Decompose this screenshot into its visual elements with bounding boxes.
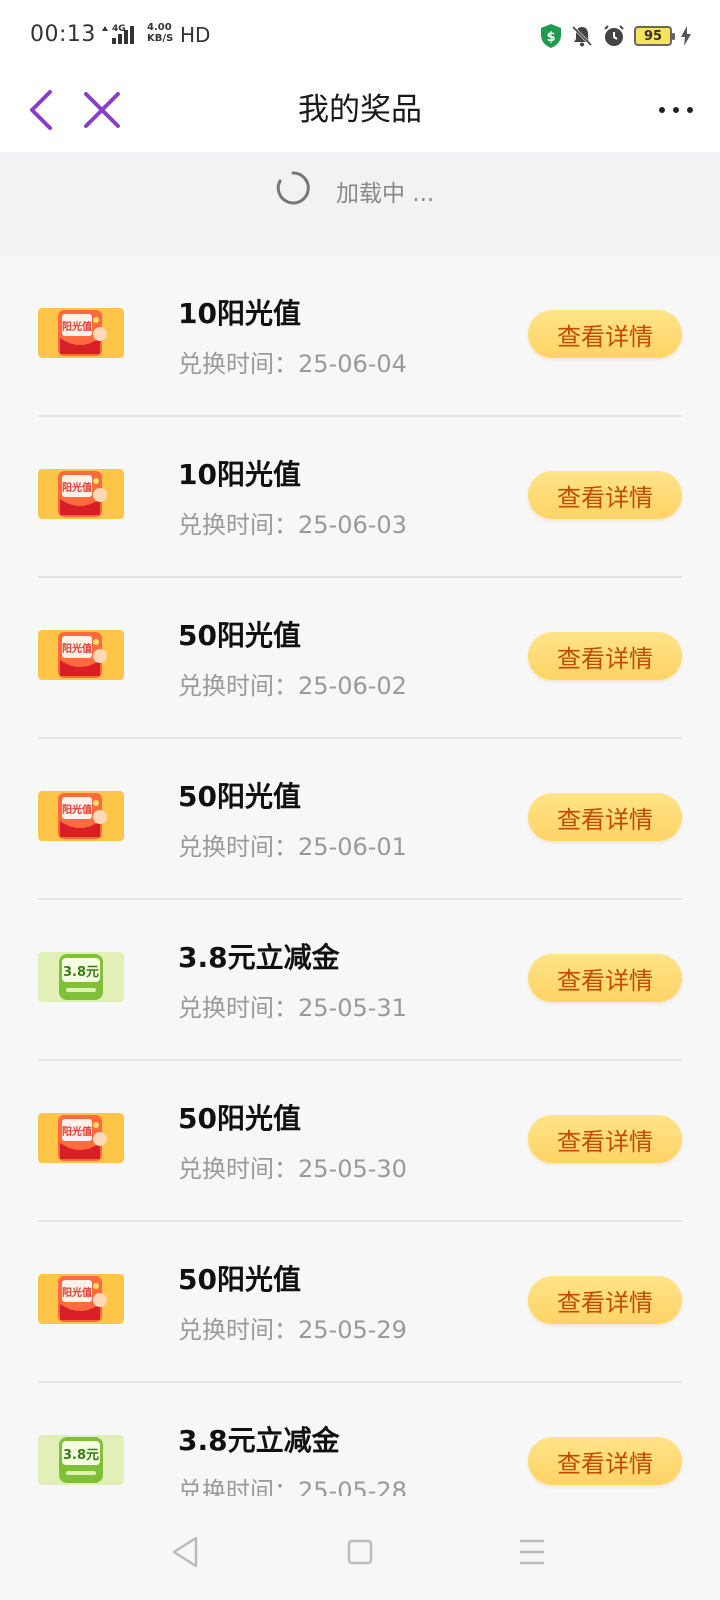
status-time: 00:13 (30, 22, 96, 47)
page-title: 我的奖品 (298, 92, 422, 128)
network-speed: 4.00 KB/S (147, 22, 173, 44)
redeem-date: 兑换时间：25-05-29 (178, 1316, 407, 1344)
loading-indicator: 加载中 ... (0, 152, 720, 256)
discount-voucher-icon: 3.8元 (38, 952, 124, 1002)
view-details-button[interactable]: 查看详情 (528, 471, 682, 519)
prize-list-item[interactable]: 阳光值 50阳光值兑换时间：25-05-29 查看详情 (38, 1222, 682, 1383)
prize-title: 3.8元立减金 (178, 1424, 340, 1457)
close-icon[interactable] (74, 82, 134, 138)
more-options-icon[interactable] (648, 82, 704, 138)
prize-list-item[interactable]: 阳光值 50阳光值兑换时间：25-05-30 查看详情 (38, 1061, 682, 1222)
status-bar: 00:13 4G 4.00 KB/S HD $ 95 (0, 0, 720, 70)
prize-title: 10阳光值 (178, 297, 301, 330)
prize-title: 50阳光值 (178, 1263, 301, 1296)
prize-list-item[interactable]: 阳光值 10阳光值兑换时间：25-06-03 查看详情 (38, 417, 682, 578)
system-nav-bar (0, 1496, 720, 1600)
sunshine-value-icon: 阳光值 (38, 1274, 124, 1324)
view-details-button[interactable]: 查看详情 (528, 632, 682, 680)
redeem-date: 兑换时间：25-06-02 (178, 672, 407, 700)
voucher-icon-label: 3.8元 (63, 965, 99, 980)
mute-bell-icon (571, 25, 593, 47)
sunshine-icon-label: 阳光值 (62, 803, 92, 816)
sunshine-value-icon: 阳光值 (38, 469, 124, 519)
view-details-button[interactable]: 查看详情 (528, 310, 682, 358)
alarm-icon (604, 25, 624, 46)
speed-unit: KB/S (147, 33, 174, 44)
view-details-button[interactable]: 查看详情 (528, 1115, 682, 1163)
sunshine-value-icon: 阳光值 (38, 791, 124, 841)
prize-title: 50阳光值 (178, 619, 301, 652)
loading-spinner-icon (276, 171, 310, 205)
prize-title: 50阳光值 (178, 780, 301, 813)
redeem-date: 兑换时间：25-06-01 (178, 833, 407, 861)
battery-icon: 95 (634, 26, 675, 46)
nav-home-icon[interactable] (332, 1524, 388, 1580)
voucher-icon-label: 3.8元 (63, 1448, 99, 1463)
prize-title: 50阳光值 (178, 1102, 301, 1135)
sunshine-icon-label: 阳光值 (62, 320, 92, 333)
nav-back-icon[interactable] (158, 1524, 214, 1580)
app-header: 我的奖品 (0, 70, 720, 152)
prize-list[interactable]: 阳光值 10阳光值 兑换时间：25-06-04 查看详情 阳光值 10阳光值 兑换时间：25… (0, 256, 720, 1496)
prize-title: 10阳光值 (178, 458, 301, 491)
view-details-button[interactable]: 查看详情 (528, 954, 682, 1002)
prize-list-item[interactable]: 3.8元 3.8元立减金兑换时间：25-05-28 查看详情 (38, 1383, 682, 1496)
view-details-button[interactable]: 查看详情 (528, 1437, 682, 1485)
sunshine-icon-label: 阳光值 (62, 642, 92, 655)
battery-level: 95 (643, 28, 663, 44)
back-icon[interactable] (14, 82, 74, 138)
sunshine-icon-label: 阳光值 (62, 1125, 92, 1138)
redeem-date: 兑换时间：25-05-30 (178, 1155, 407, 1183)
redeem-date: 兑换时间：25-06-04 (178, 350, 407, 378)
nav-menu-icon[interactable] (504, 1524, 560, 1580)
speed-value: 4.00 (147, 22, 172, 33)
prize-list-item[interactable]: 阳光值 10阳光值兑换时间：25-06-04 查看详情 (38, 256, 682, 417)
redeem-date: 兑换时间：25-06-03 (178, 511, 407, 539)
sunshine-value-icon: 阳光值 (38, 308, 124, 358)
loading-text: 加载中 ... (336, 181, 435, 207)
redeem-date: 兑换时间：25-05-31 (178, 994, 407, 1022)
prize-title: 3.8元立减金 (178, 941, 340, 974)
view-details-button[interactable]: 查看详情 (528, 1276, 682, 1324)
security-shield-icon: $ (541, 24, 561, 48)
sunshine-value-icon: 阳光值 (38, 630, 124, 680)
network-type-label: 4G (112, 24, 126, 34)
prize-list-item[interactable]: 3.8元 3.8元立减金兑换时间：25-05-31 查看详情 (38, 900, 682, 1061)
sunshine-icon-label: 阳光值 (62, 1286, 92, 1299)
discount-voucher-icon: 3.8元 (38, 1435, 124, 1485)
sunshine-value-icon: 阳光值 (38, 1113, 124, 1163)
prize-list-item[interactable]: 阳光值 50阳光值兑换时间：25-06-01 查看详情 (38, 739, 682, 900)
sunshine-icon-label: 阳光值 (62, 481, 92, 494)
svg-text:$: $ (546, 30, 555, 45)
status-icons: $ 95 (540, 22, 692, 50)
signal-icon: 4G (102, 24, 134, 44)
prize-list-item[interactable]: 阳光值 50阳光值兑换时间：25-06-02 查看详情 (38, 578, 682, 739)
charging-icon (681, 26, 691, 46)
my-prizes-screen: 00:13 4G 4.00 KB/S HD $ 95 我的奖品 加载中 ... … (0, 0, 720, 1600)
redeem-date: 兑换时间：25-05-28 (178, 1477, 407, 1496)
view-details-button[interactable]: 查看详情 (528, 793, 682, 841)
hd-indicator: HD (180, 23, 211, 47)
